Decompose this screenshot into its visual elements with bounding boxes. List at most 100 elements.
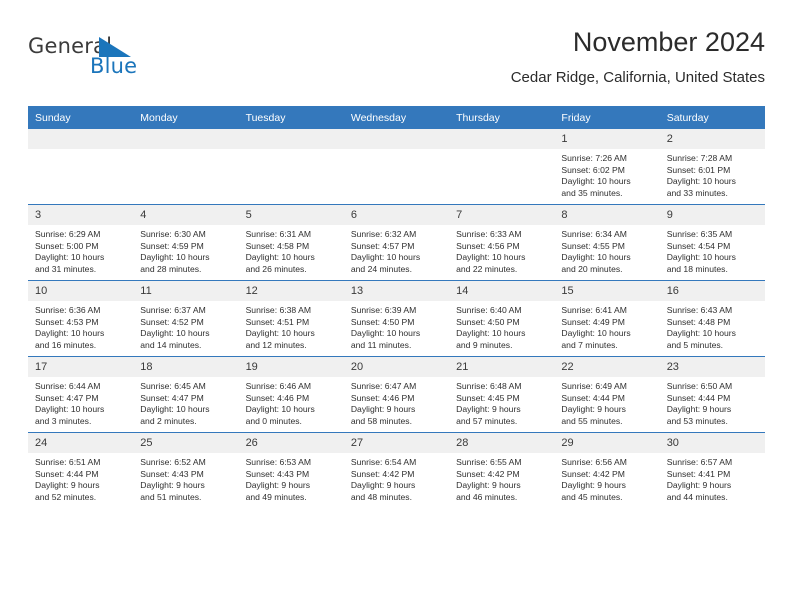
calendar-day-cell[interactable]: 25 Sunrise: 6:52 AM Sunset: 4:43 PM Dayligh… bbox=[133, 432, 239, 508]
weekday-header-wednesday: Wednesday bbox=[343, 106, 450, 129]
calendar-day-cell[interactable]: 4 Sunrise: 6:30 AM Sunset: 4:59 PM Daylight… bbox=[133, 204, 239, 281]
sunrise-text: Sunrise: 6:47 AM bbox=[350, 381, 417, 391]
day-number bbox=[28, 129, 134, 149]
calendar-day-cell[interactable]: 11 Sunrise: 6:37 AM Sunset: 4:52 PM Dayligh… bbox=[133, 280, 239, 357]
calendar-day-cell[interactable]: 7 Sunrise: 6:33 AM Sunset: 4:56 PM Daylight… bbox=[449, 204, 555, 281]
day-number: 28 bbox=[449, 433, 555, 453]
day-sun-info: Sunrise: 6:30 AM Sunset: 4:59 PM Daylight:… bbox=[133, 225, 238, 275]
calendar-day-cell[interactable]: 3 Sunrise: 6:29 AM Sunset: 5:00 PM Daylight… bbox=[28, 204, 134, 281]
sunrise-text: Sunrise: 6:57 AM bbox=[666, 457, 733, 467]
daylight-text-line2: and 3 minutes. bbox=[35, 415, 92, 426]
sunrise-text: Sunrise: 7:26 AM bbox=[561, 153, 627, 163]
daylight-text-line1: Daylight: 10 hours bbox=[140, 252, 210, 263]
calendar-day-cell[interactable]: 5 Sunrise: 6:31 AM Sunset: 4:58 PM Daylight… bbox=[238, 204, 344, 281]
daylight-text-line1: Daylight: 10 hours bbox=[245, 252, 315, 263]
day-number: 19 bbox=[238, 357, 344, 377]
sunset-text: Sunset: 6:01 PM bbox=[666, 164, 731, 175]
calendar-day-cell[interactable]: 22 Sunrise: 6:49 AM Sunset: 4:44 PM Dayligh… bbox=[554, 356, 660, 433]
calendar-day-cell[interactable]: 6 Sunrise: 6:32 AM Sunset: 4:57 PM Daylight… bbox=[343, 204, 450, 281]
calendar-day-cell[interactable]: 1 Sunrise: 7:26 AM Sunset: 6:02 PM Daylight… bbox=[554, 129, 660, 205]
calendar-day-cell[interactable]: 18 Sunrise: 6:45 AM Sunset: 4:47 PM Dayligh… bbox=[133, 356, 239, 433]
daylight-text-line2: and 53 minutes. bbox=[666, 415, 728, 426]
calendar-day-cell[interactable]: 8 Sunrise: 6:34 AM Sunset: 4:55 PM Daylight… bbox=[554, 204, 660, 281]
day-number: 2 bbox=[659, 129, 765, 149]
general-blue-logo[interactable]: General Blue bbox=[28, 34, 238, 90]
daylight-text-line1: Daylight: 9 hours bbox=[140, 480, 205, 491]
calendar-day-cell[interactable]: 29 Sunrise: 6:56 AM Sunset: 4:42 PM Dayligh… bbox=[554, 432, 660, 508]
calendar-day-cell[interactable]: 27 Sunrise: 6:54 AM Sunset: 4:42 PM Dayligh… bbox=[343, 432, 450, 508]
sunset-text: Sunset: 4:47 PM bbox=[35, 392, 99, 403]
calendar-day-cell[interactable]: 19 Sunrise: 6:46 AM Sunset: 4:46 PM Dayligh… bbox=[238, 356, 344, 433]
calendar-body: 1 Sunrise: 7:26 AM Sunset: 6:02 PM Daylight… bbox=[28, 129, 765, 508]
sunset-text: Sunset: 4:42 PM bbox=[456, 468, 520, 479]
day-sun-info: Sunrise: 6:32 AM Sunset: 4:57 PM Daylight:… bbox=[344, 225, 449, 275]
daylight-text-line1: Daylight: 9 hours bbox=[561, 480, 626, 491]
daylight-text-line1: Daylight: 10 hours bbox=[456, 328, 526, 339]
location-subtitle: Cedar Ridge, California, United States bbox=[510, 69, 765, 86]
daylight-text-line2: and 12 minutes. bbox=[245, 339, 307, 350]
sunset-text: Sunset: 4:44 PM bbox=[666, 392, 731, 403]
calendar-day-cell[interactable]: 10 Sunrise: 6:36 AM Sunset: 4:53 PM Dayligh… bbox=[28, 280, 134, 357]
calendar-day-cell[interactable]: 17 Sunrise: 6:44 AM Sunset: 4:47 PM Dayligh… bbox=[28, 356, 134, 433]
daylight-text-line1: Daylight: 9 hours bbox=[561, 404, 626, 415]
page-title: November 2024 bbox=[572, 27, 765, 57]
daylight-text-line2: and 44 minutes. bbox=[666, 491, 728, 502]
sunrise-text: Sunrise: 6:51 AM bbox=[35, 457, 101, 467]
sunset-text: Sunset: 4:46 PM bbox=[350, 392, 415, 403]
day-sun-info: Sunrise: 6:53 AM Sunset: 4:43 PM Daylight:… bbox=[239, 453, 344, 503]
day-number: 18 bbox=[133, 357, 239, 377]
logo-text-blue: Blue bbox=[90, 54, 138, 78]
weekday-header-saturday: Saturday bbox=[659, 106, 765, 129]
calendar-day-cell[interactable]: 26 Sunrise: 6:53 AM Sunset: 4:43 PM Dayligh… bbox=[238, 432, 344, 508]
sunset-text: Sunset: 4:48 PM bbox=[666, 316, 731, 327]
daylight-text-line1: Daylight: 9 hours bbox=[35, 480, 100, 491]
calendar-day-cell[interactable]: 24 Sunrise: 6:51 AM Sunset: 4:44 PM Dayligh… bbox=[28, 432, 134, 508]
daylight-text-line1: Daylight: 10 hours bbox=[350, 328, 421, 339]
daylight-text-line1: Daylight: 9 hours bbox=[666, 404, 732, 415]
sunrise-text: Sunrise: 6:30 AM bbox=[140, 229, 206, 239]
sunset-text: Sunset: 4:42 PM bbox=[561, 468, 625, 479]
calendar-day-cell[interactable]: 12 Sunrise: 6:38 AM Sunset: 4:51 PM Dayligh… bbox=[238, 280, 344, 357]
sunrise-text: Sunrise: 6:41 AM bbox=[561, 305, 627, 315]
sunrise-text: Sunrise: 6:29 AM bbox=[35, 229, 101, 239]
sunset-text: Sunset: 6:02 PM bbox=[561, 164, 625, 175]
day-number: 22 bbox=[554, 357, 660, 377]
day-number: 30 bbox=[659, 433, 765, 453]
calendar-cell-empty bbox=[449, 129, 555, 205]
daylight-text-line2: and 18 minutes. bbox=[666, 263, 728, 274]
daylight-text-line2: and 46 minutes. bbox=[456, 491, 518, 502]
calendar-day-cell[interactable]: 28 Sunrise: 6:55 AM Sunset: 4:42 PM Dayligh… bbox=[449, 432, 555, 508]
calendar-day-cell[interactable]: 13 Sunrise: 6:39 AM Sunset: 4:50 PM Dayligh… bbox=[343, 280, 450, 357]
daylight-text-line1: Daylight: 10 hours bbox=[561, 252, 631, 263]
calendar-day-cell[interactable]: 2 Sunrise: 7:28 AM Sunset: 6:01 PM Daylight… bbox=[659, 129, 765, 205]
calendar-day-cell[interactable]: 15 Sunrise: 6:41 AM Sunset: 4:49 PM Dayligh… bbox=[554, 280, 660, 357]
day-number: 26 bbox=[238, 433, 344, 453]
day-sun-info: Sunrise: 6:41 AM Sunset: 4:49 PM Daylight:… bbox=[554, 301, 659, 351]
sunrise-text: Sunrise: 6:32 AM bbox=[350, 229, 417, 239]
calendar-day-cell[interactable]: 21 Sunrise: 6:48 AM Sunset: 4:45 PM Dayligh… bbox=[449, 356, 555, 433]
daylight-text-line2: and 26 minutes. bbox=[245, 263, 307, 274]
sunset-text: Sunset: 4:41 PM bbox=[666, 468, 731, 479]
calendar-day-cell[interactable]: 14 Sunrise: 6:40 AM Sunset: 4:50 PM Dayligh… bbox=[449, 280, 555, 357]
title-block: November 2024 Cedar Ridge, California, U… bbox=[511, 26, 765, 88]
sunset-text: Sunset: 5:00 PM bbox=[35, 240, 99, 251]
daylight-text-line1: Daylight: 10 hours bbox=[561, 328, 631, 339]
sunset-text: Sunset: 4:49 PM bbox=[561, 316, 625, 327]
day-sun-info: Sunrise: 6:39 AM Sunset: 4:50 PM Daylight:… bbox=[344, 301, 449, 351]
calendar-table: Sunday Monday Tuesday Wednesday Thursday… bbox=[28, 106, 765, 508]
daylight-text-line2: and 24 minutes. bbox=[350, 263, 412, 274]
calendar-day-cell[interactable]: 23 Sunrise: 6:50 AM Sunset: 4:44 PM Dayligh… bbox=[659, 356, 765, 433]
sunset-text: Sunset: 4:58 PM bbox=[245, 240, 310, 251]
sunset-text: Sunset: 4:53 PM bbox=[35, 316, 99, 327]
day-sun-info: Sunrise: 6:45 AM Sunset: 4:47 PM Daylight:… bbox=[133, 377, 238, 427]
weekday-header-friday: Friday bbox=[554, 106, 660, 129]
calendar-day-cell[interactable]: 20 Sunrise: 6:47 AM Sunset: 4:46 PM Dayligh… bbox=[343, 356, 450, 433]
calendar-cell-empty bbox=[343, 129, 450, 205]
calendar-day-cell[interactable]: 16 Sunrise: 6:43 AM Sunset: 4:48 PM Dayligh… bbox=[659, 280, 765, 357]
daylight-text-line1: Daylight: 10 hours bbox=[35, 328, 105, 339]
daylight-text-line2: and 7 minutes. bbox=[561, 339, 618, 350]
daylight-text-line1: Daylight: 10 hours bbox=[666, 252, 736, 263]
daylight-text-line2: and 5 minutes. bbox=[666, 339, 724, 350]
calendar-day-cell[interactable]: 9 Sunrise: 6:35 AM Sunset: 4:54 PM Daylight… bbox=[659, 204, 765, 281]
calendar-day-cell[interactable]: 30 Sunrise: 6:57 AM Sunset: 4:41 PM Dayligh… bbox=[659, 432, 765, 508]
